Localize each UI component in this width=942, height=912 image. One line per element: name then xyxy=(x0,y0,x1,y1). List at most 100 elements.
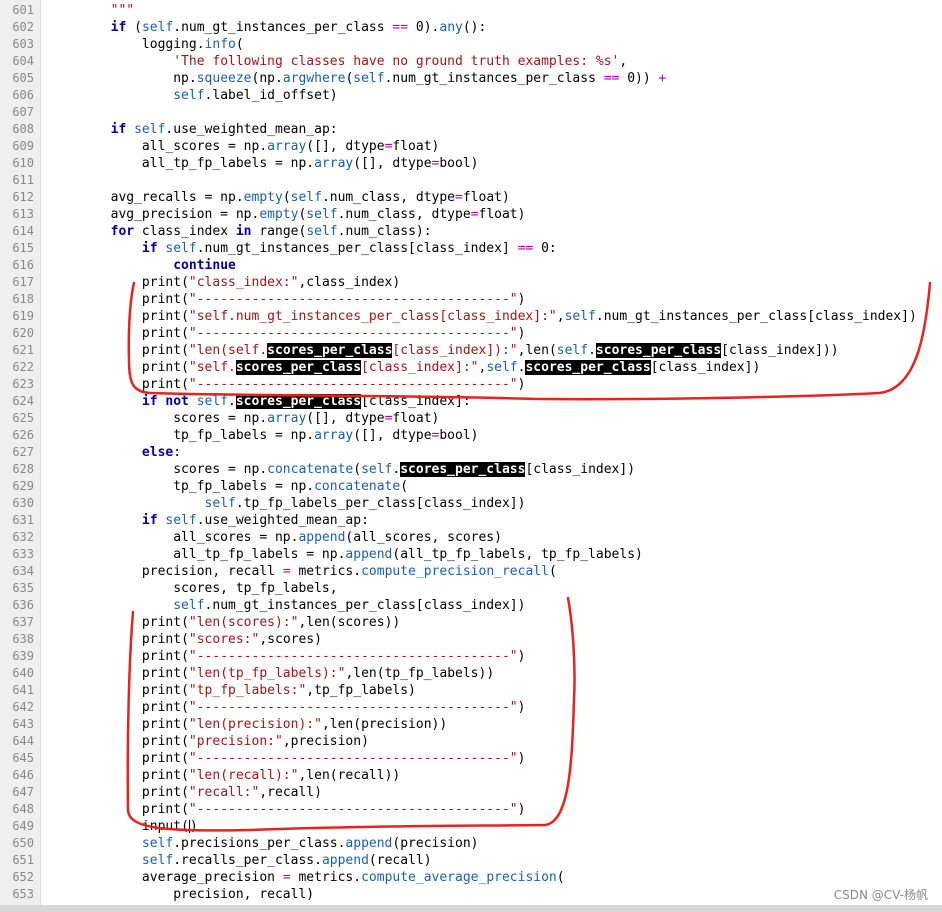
code-token: (all_scores, scores) xyxy=(345,530,502,545)
code-line[interactable]: 606 self.label_id_offset) xyxy=(0,87,942,104)
code-token: range xyxy=(259,224,299,239)
code-text: print("precision:",precision) xyxy=(48,733,369,750)
code-line[interactable]: 605 np.squeeze(np.argwhere(self.num_gt_i… xyxy=(0,70,942,87)
code-line[interactable]: 614 for class_index in range(self.num_cl… xyxy=(0,223,942,240)
code-token: (recall) xyxy=(368,853,432,868)
line-number: 619 xyxy=(12,309,34,323)
code-line[interactable]: 650 self.precisions_per_class.append(pre… xyxy=(0,835,942,852)
code-token: ( xyxy=(548,564,557,579)
code-line[interactable]: 626 tp_fp_labels = np.array([], dtype=bo… xyxy=(0,427,942,444)
code-line[interactable]: 612 avg_recalls = np.empty(self.num_clas… xyxy=(0,189,942,206)
code-text: if not self.scores_per_class[class_index… xyxy=(48,393,471,410)
code-text: scores = np.concatenate(self.scores_per_… xyxy=(48,461,635,478)
code-token: .label_id_offset) xyxy=(204,88,338,103)
code-token: self xyxy=(134,122,166,137)
code-line[interactable]: 617 print("class_index:",class_index) xyxy=(0,274,942,291)
code-line[interactable]: 642 print("-----------------------------… xyxy=(0,699,942,716)
code-line[interactable]: 622 print("self.scores_per_class[class_i… xyxy=(0,359,942,376)
code-token: "self.num_gt_instances_per_class[class_i… xyxy=(188,309,557,324)
code-line[interactable]: 643 print("len(precision):",len(precisio… xyxy=(0,716,942,733)
line-number: 626 xyxy=(12,428,34,442)
search-highlight: scores_per_class xyxy=(400,462,526,477)
code-token: [class_index])) xyxy=(721,343,839,358)
code-line[interactable]: 621 print("len(self.scores_per_class[cla… xyxy=(0,342,942,359)
code-line[interactable]: 646 print("len(recall):",len(recall)) xyxy=(0,767,942,784)
code-line[interactable]: 651 self.recalls_per_class.append(recall… xyxy=(0,852,942,869)
code-line[interactable]: 633 all_tp_fp_labels = np.append(all_tp_… xyxy=(0,546,942,563)
code-token: if xyxy=(141,241,158,256)
code-token: all_scores = np. xyxy=(48,139,268,154)
code-token: array xyxy=(314,428,354,443)
code-line[interactable]: 632 all_scores = np.append(all_scores, s… xyxy=(0,529,942,546)
code-line[interactable]: 652 average_precision = metrics.compute_… xyxy=(0,869,942,886)
code-line[interactable]: 629 tp_fp_labels = np.concatenate( xyxy=(0,478,942,495)
code-line[interactable]: 611 xyxy=(0,172,942,189)
code-line[interactable]: 649 input() xyxy=(0,818,942,835)
code-line[interactable]: 648 print("-----------------------------… xyxy=(0,801,942,818)
code-text: self.recalls_per_class.append(recall) xyxy=(48,852,432,869)
code-token: ,recall) xyxy=(259,785,322,800)
code-line[interactable]: 640 print("len(tp_fp_labels):",len(tp_fp… xyxy=(0,665,942,682)
line-number: 642 xyxy=(12,700,34,714)
code-token: 'The following classes have no ground tr… xyxy=(173,54,620,69)
code-token: if xyxy=(110,122,127,137)
code-line[interactable]: 653 precision, recall) xyxy=(0,886,942,903)
code-token: ) xyxy=(470,156,479,171)
code-line[interactable]: 604 'The following classes have no groun… xyxy=(0,53,942,70)
code-line[interactable]: 623 print("-----------------------------… xyxy=(0,376,942,393)
code-token: : xyxy=(173,445,182,460)
code-line[interactable]: 635 scores, tp_fp_labels, xyxy=(0,580,942,597)
code-token: ( xyxy=(181,615,189,630)
code-line[interactable]: 609 all_scores = np.array([], dtype=floa… xyxy=(0,138,942,155)
code-token: not xyxy=(165,394,189,409)
code-line[interactable]: 627 else: xyxy=(0,444,942,461)
code-line[interactable]: 631 if self.use_weighted_mean_ap: xyxy=(0,512,942,529)
code-line[interactable]: 624 if not self.scores_per_class[class_i… xyxy=(0,393,942,410)
code-line[interactable]: 602 if (self.num_gt_instances_per_class … xyxy=(0,19,942,36)
code-line[interactable]: 637 print("len(scores):",len(scores)) xyxy=(0,614,942,631)
code-token: ([], dtype xyxy=(353,156,432,171)
code-line[interactable]: 616 continue xyxy=(0,257,942,274)
code-token: squeeze xyxy=(196,71,252,86)
line-number: 640 xyxy=(12,666,34,680)
code-token: .use_weighted_mean_ap: xyxy=(165,122,338,137)
code-line[interactable]: 607 xyxy=(0,104,942,121)
code-line[interactable]: 601 """ xyxy=(0,2,942,19)
code-editor[interactable]: 601 """ 602 if (self.num_gt_instances_per… xyxy=(0,0,942,905)
code-line[interactable]: 619 print("self.num_gt_instances_per_cla… xyxy=(0,308,942,325)
code-line[interactable]: 647 print("recall:",recall) xyxy=(0,784,942,801)
horizontal-scrollbar[interactable] xyxy=(0,905,942,912)
line-number: 613 xyxy=(12,207,34,221)
code-line[interactable]: 608 if self.use_weighted_mean_ap: xyxy=(0,121,942,138)
code-token: self xyxy=(361,462,393,477)
line-number: 603 xyxy=(12,37,34,51)
search-highlight: scores_per_class xyxy=(235,394,362,409)
code-line[interactable]: 610 all_tp_fp_labels = np.array([], dtyp… xyxy=(0,155,942,172)
code-line[interactable]: 625 scores = np.array([], dtype=float) xyxy=(0,410,942,427)
code-text: print("---------------------------------… xyxy=(48,291,526,308)
code-line[interactable]: 628 scores = np.concatenate(self.scores_… xyxy=(0,461,942,478)
code-token: "recall:" xyxy=(188,785,260,800)
code-line[interactable]: 603 logging.info( xyxy=(0,36,942,53)
line-number: 606 xyxy=(12,88,34,102)
code-line[interactable]: 620 print("-----------------------------… xyxy=(0,325,942,342)
code-line[interactable]: 645 print("-----------------------------… xyxy=(0,750,942,767)
code-token: ) xyxy=(517,326,526,341)
code-line[interactable]: 618 print("-----------------------------… xyxy=(0,291,942,308)
code-line[interactable]: 644 print("precision:",precision) xyxy=(0,733,942,750)
code-text: logging.info( xyxy=(48,36,244,53)
code-token: empty xyxy=(243,190,283,205)
code-line[interactable]: 641 print("tp_fp_labels:",tp_fp_labels) xyxy=(0,682,942,699)
code-line[interactable]: 634 precision, recall = metrics.compute_… xyxy=(0,563,942,580)
code-token: np. xyxy=(48,71,197,86)
code-token: concatenate xyxy=(314,479,401,494)
code-line[interactable]: 613 avg_precision = np.empty(self.num_cl… xyxy=(0,206,942,223)
code-line[interactable]: 615 if self.num_gt_instances_per_class[c… xyxy=(0,240,942,257)
code-line[interactable]: 636 self.num_gt_instances_per_class[clas… xyxy=(0,597,942,614)
code-line[interactable]: 630 self.tp_fp_labels_per_class[class_in… xyxy=(0,495,942,512)
line-number: 609 xyxy=(12,139,34,153)
code-line[interactable]: 638 print("scores:",scores) xyxy=(0,631,942,648)
code-line[interactable]: 639 print("-----------------------------… xyxy=(0,648,942,665)
